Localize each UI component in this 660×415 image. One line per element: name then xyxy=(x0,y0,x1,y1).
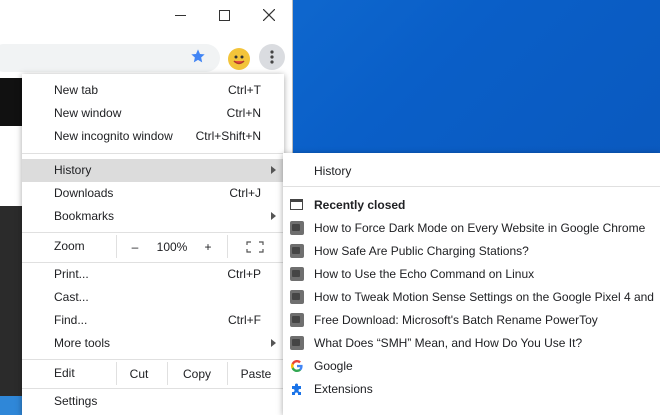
menu-shortcut: Ctrl+Shift+N xyxy=(195,129,261,143)
htg-favicon-icon xyxy=(290,336,304,350)
zoom-label: Zoom xyxy=(54,239,85,253)
google-icon xyxy=(291,360,303,372)
history-entry-title: Free Download: Microsoft's Batch Rename … xyxy=(314,313,598,327)
tab-icon xyxy=(290,199,303,210)
menu-item-new-window[interactable]: New window Ctrl+N xyxy=(22,102,284,125)
menu-item-settings[interactable]: Settings xyxy=(22,390,284,413)
menu-label: Downloads xyxy=(54,186,114,200)
copy-label: Copy xyxy=(182,366,211,381)
bookmark-star-icon[interactable] xyxy=(190,48,206,64)
menu-divider xyxy=(22,153,284,154)
menu-shortcut: Ctrl+N xyxy=(226,106,261,120)
avatar-emoji-icon xyxy=(233,55,245,65)
menu-label: New window xyxy=(54,106,122,120)
submenu-item-history[interactable]: History xyxy=(283,159,660,182)
edit-label: Edit xyxy=(54,366,75,380)
chrome-main-menu: New tab Ctrl+T New window Ctrl+N New inc… xyxy=(22,74,284,415)
zoom-plus-label: + xyxy=(204,239,212,254)
profile-avatar[interactable] xyxy=(228,48,250,70)
menu-label: Find... xyxy=(54,313,88,327)
history-entry-title: Extensions xyxy=(314,382,373,396)
paste-button[interactable]: Paste xyxy=(232,362,280,385)
close-icon xyxy=(263,9,275,21)
menu-item-history[interactable]: History xyxy=(22,159,284,182)
menu-label: Cast... xyxy=(54,290,89,304)
maximize-icon xyxy=(218,9,230,21)
menu-item-print[interactable]: Print... Ctrl+P xyxy=(22,263,284,286)
history-submenu: History Recently closed How to Force Dar… xyxy=(283,153,660,415)
history-entry[interactable]: How to Tweak Motion Sense Settings on th… xyxy=(283,285,660,308)
chrome-menu-button[interactable] xyxy=(259,44,285,70)
history-entry-title: How to Tweak Motion Sense Settings on th… xyxy=(314,290,654,304)
submenu-arrow-icon xyxy=(271,212,276,220)
menu-item-more-tools[interactable]: More tools xyxy=(22,332,284,355)
minimize-button[interactable] xyxy=(157,0,203,30)
menu-row-edit: Edit Cut Copy Paste xyxy=(22,362,284,385)
copy-button[interactable]: Copy xyxy=(173,362,221,385)
htg-favicon-icon xyxy=(290,221,304,235)
zoom-minus-label: – xyxy=(131,239,139,254)
paste-label: Paste xyxy=(240,366,272,381)
history-entry[interactable]: How to Force Dark Mode on Every Website … xyxy=(283,216,660,239)
menu-divider xyxy=(22,232,284,233)
minimize-icon xyxy=(174,14,186,16)
menu-shortcut: Ctrl+J xyxy=(229,186,261,200)
menu-label: Print... xyxy=(54,267,89,281)
history-entry-title: Google xyxy=(314,359,353,373)
zoom-in-button[interactable]: + xyxy=(196,235,220,258)
history-entry-title: How Safe Are Public Charging Stations? xyxy=(314,244,529,258)
history-entry[interactable]: Google xyxy=(283,354,660,377)
submenu-arrow-icon xyxy=(271,339,276,347)
menu-item-new-incognito[interactable]: New incognito window Ctrl+Shift+N xyxy=(22,125,284,148)
cut-label: Cut xyxy=(129,366,149,381)
recently-closed-label: Recently closed xyxy=(314,198,406,212)
more-vert-icon xyxy=(270,50,274,64)
menu-item-downloads[interactable]: Downloads Ctrl+J xyxy=(22,182,284,205)
menu-item-bookmarks[interactable]: Bookmarks xyxy=(22,205,284,228)
zoom-out-button[interactable]: – xyxy=(123,235,147,258)
menu-divider xyxy=(22,359,284,360)
address-bar[interactable] xyxy=(0,44,220,72)
menu-divider xyxy=(22,388,284,389)
history-entry-title: What Does “SMH” Mean, and How Do You Use… xyxy=(314,336,583,350)
history-entry[interactable]: What Does “SMH” Mean, and How Do You Use… xyxy=(283,331,660,354)
fullscreen-icon xyxy=(246,240,264,253)
menu-label: More tools xyxy=(54,336,111,350)
menu-label: New tab xyxy=(54,83,99,97)
cut-button[interactable]: Cut xyxy=(117,362,161,385)
puzzle-icon xyxy=(292,383,301,395)
zoom-level-value: 100% xyxy=(156,239,188,254)
title-bar xyxy=(0,0,292,30)
submenu-divider xyxy=(283,186,660,187)
history-entry[interactable]: How Safe Are Public Charging Stations? xyxy=(283,239,660,262)
submenu-label: History xyxy=(314,164,352,178)
maximize-button[interactable] xyxy=(201,0,247,30)
htg-favicon-icon xyxy=(290,267,304,281)
history-entry[interactable]: Free Download: Microsoft's Batch Rename … xyxy=(283,308,660,331)
menu-shortcut: Ctrl+P xyxy=(227,267,261,281)
menu-label: New incognito window xyxy=(54,129,173,143)
menu-label: Bookmarks xyxy=(54,209,115,223)
history-entry[interactable]: How to Use the Echo Command on Linux xyxy=(283,262,660,285)
submenu-arrow-icon xyxy=(271,166,276,174)
menu-item-cast[interactable]: Cast... xyxy=(22,286,284,309)
close-button[interactable] xyxy=(246,0,292,30)
zoom-level: 100% xyxy=(152,235,192,258)
menu-item-new-tab[interactable]: New tab Ctrl+T xyxy=(22,79,284,102)
fullscreen-button[interactable] xyxy=(236,235,274,258)
menu-shortcut: Ctrl+F xyxy=(228,313,261,327)
htg-favicon-icon xyxy=(290,313,304,327)
menu-row-zoom: Zoom – 100% + xyxy=(22,235,284,258)
history-entry-title: How to Force Dark Mode on Every Website … xyxy=(314,221,646,235)
menu-shortcut: Ctrl+T xyxy=(228,83,261,97)
menu-label: Settings xyxy=(54,394,98,408)
history-entry[interactable]: Extensions xyxy=(283,377,660,400)
htg-favicon-icon xyxy=(290,244,304,258)
menu-label: History xyxy=(54,163,92,177)
history-entry-title: How to Use the Echo Command on Linux xyxy=(314,267,535,281)
recently-closed-header: Recently closed xyxy=(283,193,660,216)
htg-favicon-icon xyxy=(290,290,304,304)
menu-item-find[interactable]: Find... Ctrl+F xyxy=(22,309,284,332)
page-content-strip xyxy=(0,78,22,415)
